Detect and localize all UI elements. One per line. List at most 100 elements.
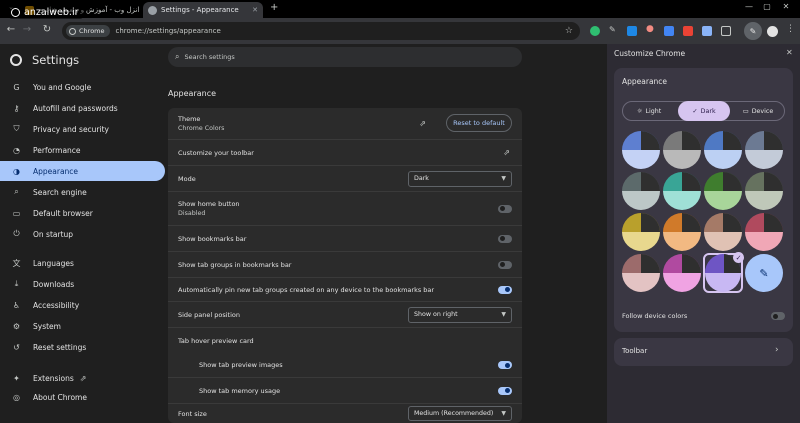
open-external-icon: ⇗	[79, 373, 87, 383]
puzzle-icon: ✦	[13, 373, 20, 383]
dark-mode-button[interactable]: ✓ Dark	[678, 101, 730, 121]
tab-groups-row[interactable]: Show tab groups in bookmarks bar	[168, 251, 522, 277]
close-window-icon[interactable]: ✕	[779, 2, 793, 11]
address-bar[interactable]: Chrome chrome://settings/appearance ☆	[62, 22, 580, 40]
bookmarks-bar-row[interactable]: Show bookmarks bar	[168, 225, 522, 251]
color-swatch[interactable]	[662, 171, 702, 211]
bookmark-star-icon[interactable]: ☆	[565, 26, 573, 36]
sidebar-item-label: Accessibility	[33, 300, 80, 310]
swatch-quadrant	[723, 172, 742, 191]
customize-toolbar-row[interactable]: Customize your toolbar ⇗	[168, 139, 522, 165]
memory-usage-row[interactable]: Show tab memory usage	[168, 377, 522, 403]
light-mode-button[interactable]: ☼ Light	[623, 101, 675, 121]
history-icon: ↺	[13, 342, 20, 352]
microphone-icon[interactable]: ●	[646, 24, 656, 34]
new-tab-icon[interactable]: +	[270, 2, 278, 13]
sidebar-item-reset-settings[interactable]: ↺ Reset settings	[0, 337, 165, 357]
tab-groups-toggle[interactable]	[498, 260, 512, 269]
font-size-row: Font size Medium (Recommended) ▼	[168, 403, 522, 423]
more-menu-icon[interactable]: ⋮	[786, 24, 795, 34]
color-swatch[interactable]	[621, 171, 661, 211]
minimize-icon[interactable]: —	[742, 2, 756, 11]
sidebar-item-privacy-and-security[interactable]: ⛉ Privacy and security	[0, 119, 165, 139]
sidebar-item-languages[interactable]: 文 Languages	[0, 253, 165, 273]
color-swatch[interactable]	[662, 253, 702, 293]
color-swatch[interactable]	[744, 212, 784, 252]
extension-lightblue-icon[interactable]	[702, 26, 712, 36]
extension-translate-icon[interactable]	[664, 26, 674, 36]
extension-green-icon[interactable]	[590, 26, 600, 36]
home-button-toggle[interactable]	[498, 204, 512, 213]
autopin-row[interactable]: Automatically pin new tab groups created…	[168, 277, 522, 301]
swatch-quadrant	[723, 131, 742, 150]
chevron-down-icon: ▼	[501, 311, 506, 318]
swatch-quadrant	[764, 131, 783, 150]
sidebar-item-system[interactable]: ⚙ System	[0, 316, 165, 336]
sidebar-item-accessibility[interactable]: ♿ Accessibility	[0, 295, 165, 315]
sidebar-item-label: Performance	[33, 145, 81, 155]
color-swatch[interactable]	[662, 212, 702, 252]
profile-avatar[interactable]	[767, 26, 778, 37]
color-swatch[interactable]	[744, 130, 784, 170]
reset-to-default-button[interactable]: Reset to default	[446, 114, 512, 132]
maximize-icon[interactable]: ▢	[760, 2, 774, 11]
sun-icon: ☼	[636, 107, 643, 115]
color-swatch[interactable]	[744, 171, 784, 211]
preview-images-row[interactable]: Show tab preview images	[168, 353, 522, 377]
home-button-row[interactable]: Show home button Disabled	[168, 191, 522, 225]
watermark: anzalweb.ir	[9, 6, 83, 19]
extensions-puzzle-icon[interactable]	[721, 26, 731, 36]
sidebar-item-extensions[interactable]: ✦ Extensions ⇗	[0, 368, 165, 388]
bookmarks-bar-toggle[interactable]	[498, 234, 512, 243]
sidebar-item-performance[interactable]: ◔ Performance	[0, 140, 165, 160]
reload-icon[interactable]: ↻	[40, 24, 54, 35]
mode-label: Mode	[178, 174, 196, 183]
url-text[interactable]: chrome://settings/appearance	[116, 27, 221, 35]
preview-images-toggle[interactable]	[498, 361, 512, 369]
color-swatch[interactable]: ✓	[703, 252, 744, 293]
close-tab-icon[interactable]: ✕	[252, 6, 258, 14]
memory-usage-toggle[interactable]	[498, 386, 512, 395]
sidebar-item-downloads[interactable]: ⤓ Downloads	[0, 274, 165, 294]
autopin-toggle[interactable]	[498, 285, 512, 294]
forward-icon[interactable]: →	[20, 24, 34, 35]
eyedropper-icon[interactable]: ✎	[609, 25, 619, 35]
sidebar-item-about-chrome[interactable]: ◎ About Chrome	[0, 387, 165, 407]
mode-select[interactable]: Dark ▼	[408, 170, 512, 187]
sidebar-item-you-and-google[interactable]: G You and Google	[0, 77, 165, 97]
settings-favicon-icon	[148, 5, 157, 15]
sidebar-item-appearance[interactable]: ◑ Appearance	[0, 161, 165, 181]
theme-row[interactable]: Theme Chrome Colors ⇗ Reset to default	[168, 108, 522, 138]
search-settings-input[interactable]: ⌕ Search settings	[168, 47, 522, 67]
device-mode-button[interactable]: ▭ Device	[732, 101, 784, 121]
tab-settings[interactable]: Settings - Appearance ✕	[143, 2, 263, 18]
browser-icon: ▭	[12, 208, 21, 218]
sidebar-item-autofill-and-passwords[interactable]: ⚷ Autofill and passwords	[0, 98, 165, 118]
customize-chrome-button[interactable]: ✎	[744, 22, 762, 40]
color-swatch[interactable]: ✎	[744, 253, 784, 293]
side-panel-value: Show on right	[414, 311, 458, 318]
color-swatch[interactable]	[662, 130, 702, 170]
color-swatch[interactable]	[621, 253, 661, 293]
site-chip[interactable]: Chrome	[66, 25, 110, 37]
sidebar-item-on-startup[interactable]: ⏻ On startup	[0, 224, 165, 244]
swatch-circle	[663, 254, 701, 292]
follow-device-toggle[interactable]	[771, 312, 785, 320]
color-swatch[interactable]	[621, 130, 661, 170]
color-swatch[interactable]	[703, 171, 743, 211]
extension-red-icon[interactable]	[683, 26, 693, 36]
chevron-right-icon[interactable]: ›	[775, 345, 779, 355]
font-size-select[interactable]: Medium (Recommended) ▼	[408, 406, 512, 421]
open-external-icon[interactable]: ⇗	[419, 119, 426, 128]
extension-blue-icon[interactable]	[627, 26, 637, 36]
color-swatch[interactable]	[703, 130, 743, 170]
sidebar-item-default-browser[interactable]: ▭ Default browser	[0, 203, 165, 223]
open-external-icon[interactable]: ⇗	[503, 148, 510, 157]
color-swatch[interactable]	[621, 212, 661, 252]
close-panel-icon[interactable]: ✕	[786, 48, 793, 57]
swatch-quadrant	[682, 131, 701, 150]
sidebar-item-search-engine[interactable]: ⌕ Search engine	[0, 182, 165, 202]
color-swatch[interactable]	[703, 212, 743, 252]
side-panel-select[interactable]: Show on right ▼	[408, 306, 512, 323]
back-icon[interactable]: ←	[4, 24, 18, 35]
